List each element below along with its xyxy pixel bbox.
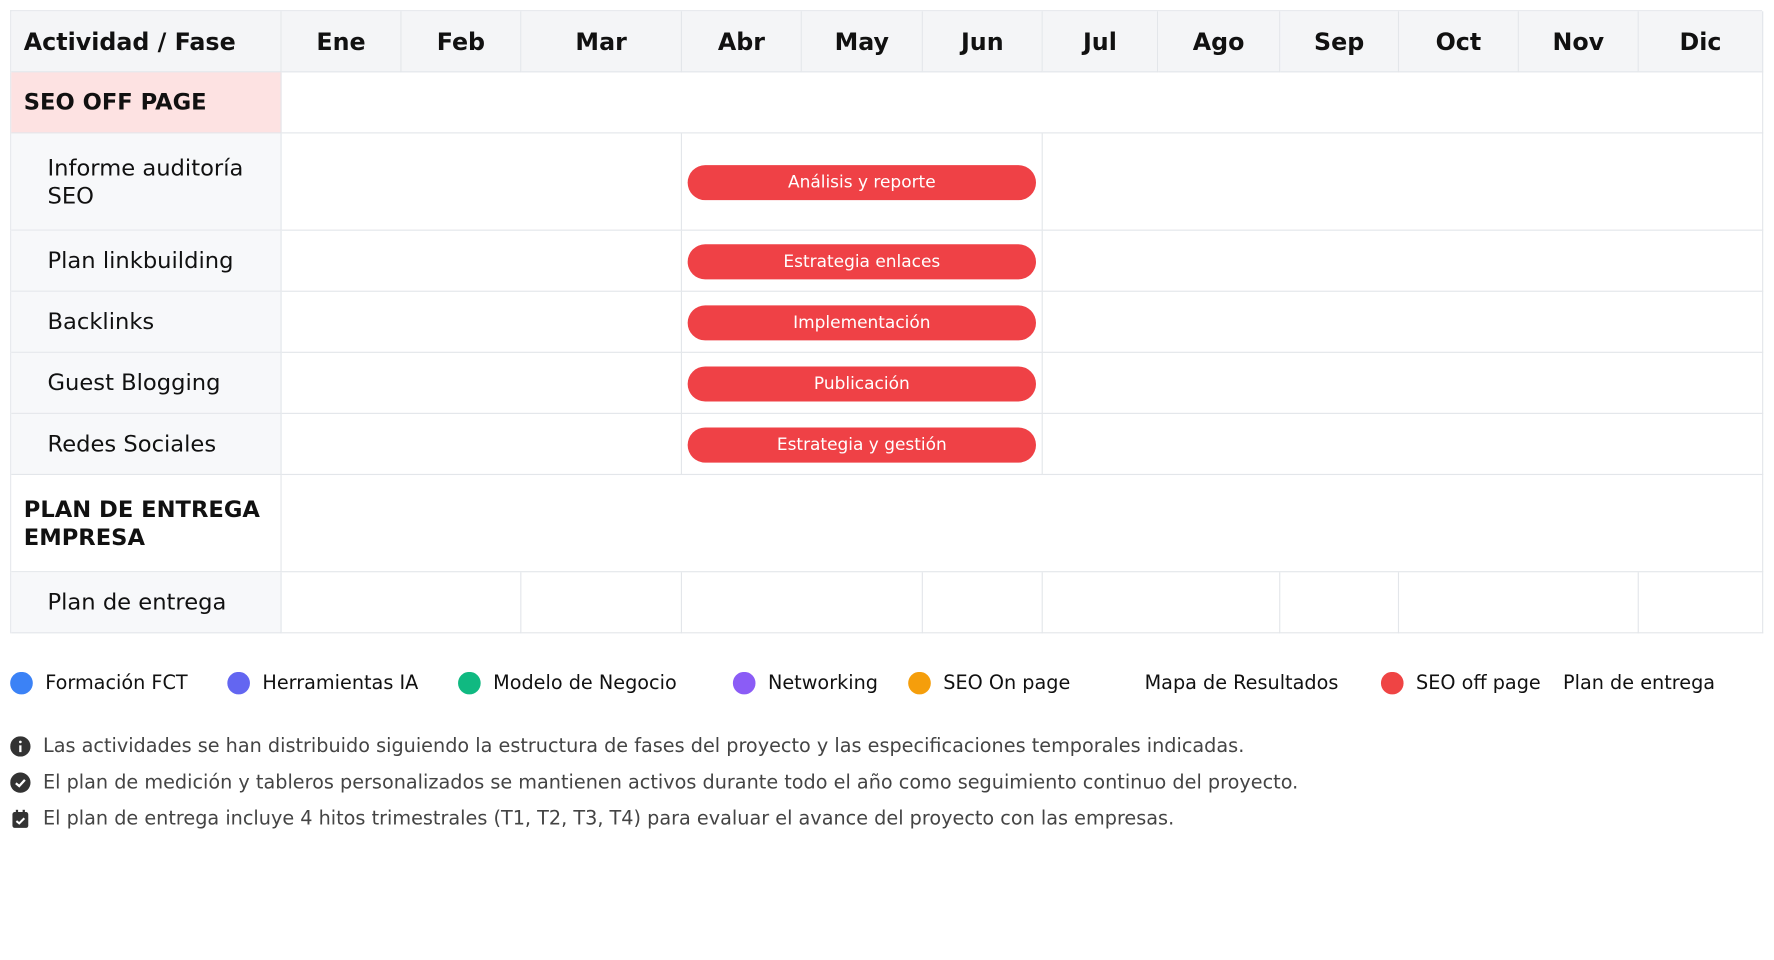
month-header-nov: Nov	[1518, 11, 1639, 73]
legend-label: SEO off page	[1416, 671, 1541, 695]
month-header-oct: Oct	[1399, 11, 1519, 73]
legend-item: SEO On page	[908, 671, 1071, 695]
timeline-cell	[281, 352, 682, 414]
legend-dot-icon	[458, 671, 481, 695]
legend-label: Modelo de Negocio	[493, 671, 677, 695]
timeline-cell	[1042, 413, 1764, 476]
timeline-cell	[1042, 352, 1764, 414]
gantt-bar[interactable]: Análisis y reporte	[687, 164, 1036, 200]
legend-dot-icon	[10, 671, 33, 695]
section-title: SEO OFF PAGE	[11, 72, 282, 134]
legend-item: Herramientas IA	[227, 671, 419, 695]
month-header-mar: Mar	[521, 11, 682, 73]
legend-item: Plan de entrega	[1563, 672, 1715, 695]
task-label: Backlinks	[11, 291, 282, 353]
timeline-cell	[281, 230, 682, 292]
section-row: PLAN DE ENTREGA EMPRESA	[10, 475, 1764, 573]
month-header-dic: Dic	[1638, 11, 1764, 73]
legend-item: SEO off page	[1380, 671, 1541, 695]
legend-label: Networking	[767, 671, 878, 695]
task-label: Informe auditoría SEO	[11, 133, 282, 231]
timeline-cell	[281, 413, 682, 476]
task-row: Backlinks Implementación	[10, 291, 1764, 353]
month-header-jul: Jul	[1042, 11, 1159, 73]
timeline-cell	[1042, 230, 1764, 292]
section-row: SEO OFF PAGE	[10, 72, 1764, 134]
task-row: Redes Sociales Estrategia y gestión	[10, 413, 1764, 476]
legend-label: Plan de entrega	[1563, 671, 1716, 695]
task-label: Guest Blogging	[11, 352, 282, 414]
timeline-cell	[922, 572, 1043, 634]
legend-item: Formación FCT	[10, 671, 188, 695]
month-header-ago: Ago	[1158, 11, 1281, 73]
timeline-cell	[1399, 572, 1639, 634]
note-line: Las actividades se han distribuido sigui…	[10, 728, 1298, 764]
legend-dot-icon	[732, 671, 756, 695]
timeline-cell	[521, 572, 682, 634]
legend-dot-icon	[227, 671, 250, 695]
timeline-cell	[281, 133, 682, 231]
month-header-abr: Abr	[681, 11, 802, 73]
task-row: Plan linkbuilding Estrategia enlaces	[10, 230, 1764, 292]
note-line: El plan de medición y tableros personali…	[10, 765, 1298, 801]
legend-item: Modelo de Negocio	[458, 671, 677, 695]
gantt-bar[interactable]: Implementación	[687, 304, 1036, 340]
timeline-cell	[681, 572, 923, 634]
timeline-cell	[1042, 572, 1281, 634]
month-header-ene: Ene	[281, 11, 402, 73]
month-header-feb: Feb	[401, 11, 522, 73]
task-label: Plan linkbuilding	[11, 230, 282, 292]
legend-label: SEO On page	[943, 671, 1071, 695]
timeline-cell	[281, 291, 682, 353]
check-circle-icon	[10, 772, 31, 793]
note-line: El plan de entrega incluye 4 hitos trime…	[10, 801, 1298, 837]
note-text: El plan de entrega incluye 4 hitos trime…	[42, 807, 1175, 831]
legend-label: Mapa de Resultados	[1144, 671, 1339, 695]
task-row: Informe auditoría SEO Análisis y reporte	[10, 133, 1764, 231]
legend-label: Formación FCT	[45, 671, 188, 695]
legend: Formación FCT Herramientas IA Modelo de Ne…	[10, 671, 1774, 704]
timeline-cell	[1042, 291, 1764, 353]
section-span	[281, 475, 1764, 573]
note-text: El plan de medición y tableros personali…	[42, 771, 1299, 794]
gantt-bar[interactable]: Publicación	[687, 365, 1036, 401]
month-header-sep: Sep	[1280, 11, 1400, 73]
legend-label: Herramientas IA	[262, 671, 419, 695]
timeline-cell	[1042, 133, 1764, 231]
gantt-bar[interactable]: Estrategia enlaces	[687, 243, 1036, 279]
notes: Las actividades se han distribuido sigui…	[10, 728, 1298, 837]
info-icon	[10, 736, 31, 757]
timeline-cell	[1280, 572, 1400, 634]
note-text: Las actividades se han distribuido sigui…	[42, 735, 1245, 758]
header-activity: Actividad / Fase	[11, 11, 282, 73]
task-row: Plan de entrega	[10, 572, 1764, 634]
legend-dot-icon	[908, 671, 931, 695]
month-header-jun: Jun	[922, 11, 1043, 73]
calendar-check-icon	[10, 809, 30, 829]
section-title: PLAN DE ENTREGA EMPRESA	[11, 475, 282, 573]
section-span	[281, 72, 1764, 134]
legend-item: Networking	[732, 671, 878, 695]
gantt-bar[interactable]: Estrategia y gestión	[687, 426, 1036, 463]
legend-dot-icon	[1380, 671, 1404, 695]
task-label: Plan de entrega	[11, 572, 282, 634]
task-label: Redes Sociales	[11, 413, 282, 476]
task-row: Guest Blogging Publicación	[10, 352, 1764, 414]
timeline-cell	[1638, 572, 1764, 634]
timeline-cell	[281, 572, 522, 634]
legend-item: Mapa de Resultados	[1145, 672, 1339, 695]
header-row: Actividad / Fase Ene Feb Mar Abr May Jun Jul Ago…	[10, 10, 1764, 73]
month-header-may: May	[801, 11, 923, 73]
